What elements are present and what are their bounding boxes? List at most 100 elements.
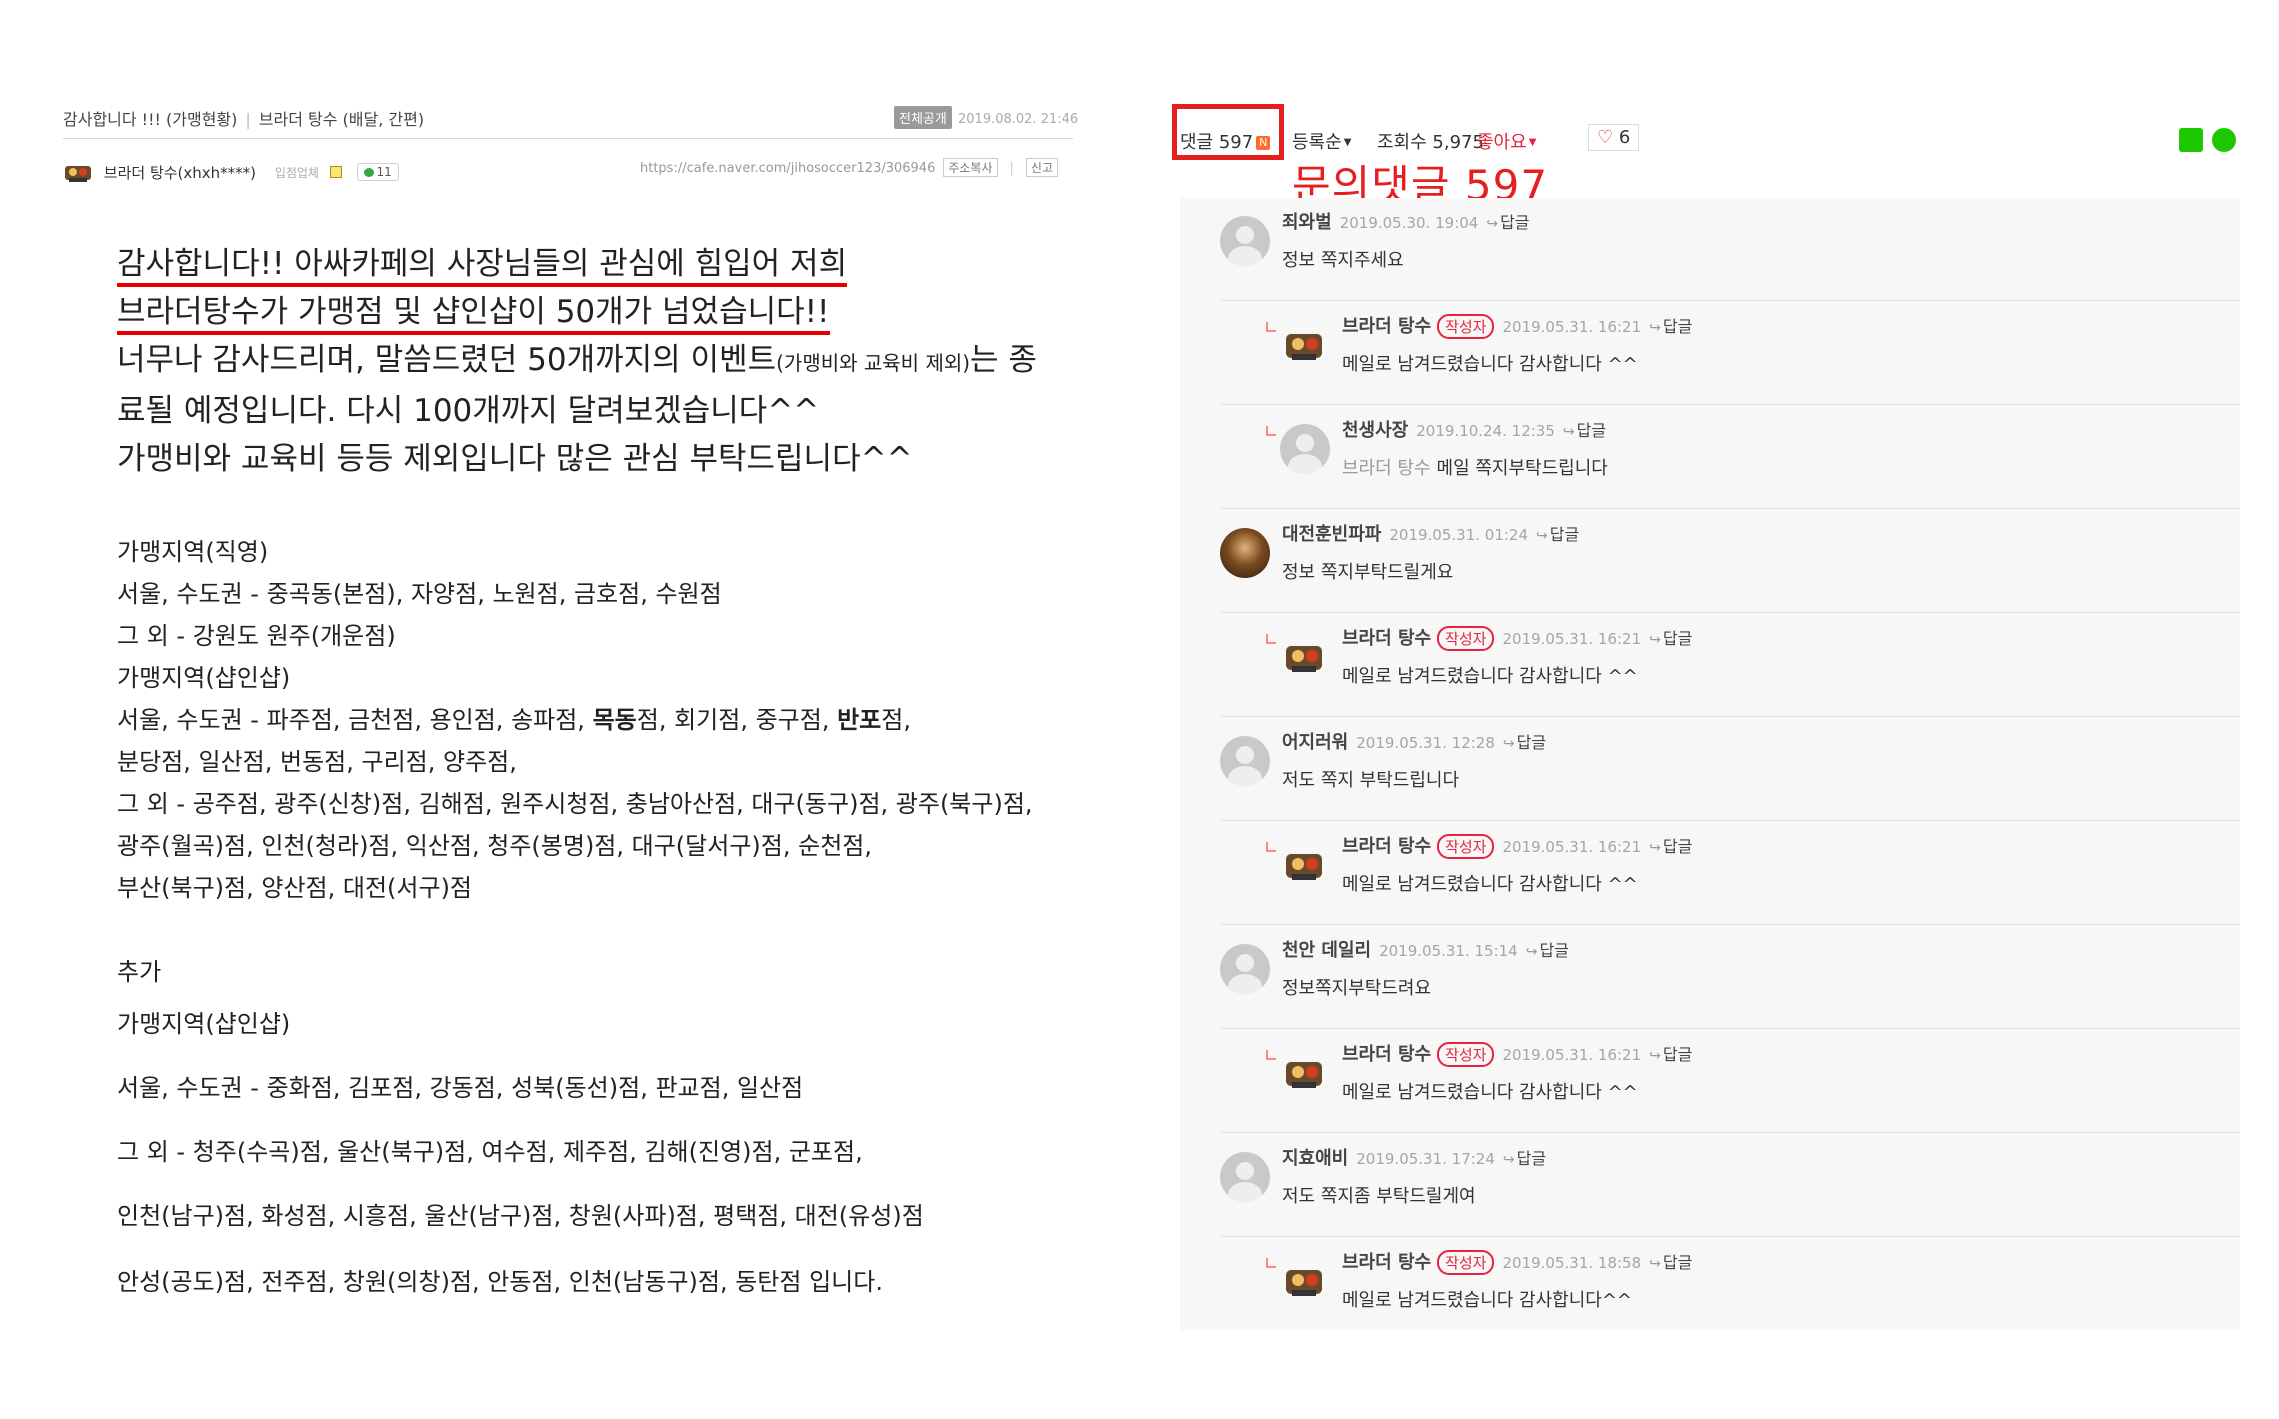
section-line: 그 외 - 청주(수곡)점, 울산(북구)점, 여수점, 제주점, 김해(진영)… bbox=[117, 1138, 863, 1166]
chat-bubble-icon bbox=[363, 168, 374, 177]
section-line: 그 외 - 공주점, 광주(신창)점, 김해점, 원주시청점, 충남아산점, 대… bbox=[117, 790, 1033, 818]
author-badge: 작성자 bbox=[1437, 834, 1495, 859]
text-part: 점, 회기점, 중구점, bbox=[636, 706, 838, 734]
comment-date: 2019.05.31. 01:24 bbox=[1389, 526, 1529, 544]
heart-count: 6 bbox=[1618, 127, 1631, 148]
text-part: 점, bbox=[881, 706, 911, 734]
sort-dropdown[interactable]: 등록순 ▼ bbox=[1292, 128, 1351, 154]
board-link[interactable]: 브라더 탕수 (배달, 간편) bbox=[259, 110, 424, 129]
commenter-name[interactable]: 지효애비 bbox=[1282, 1148, 1348, 1169]
author-avatar-icon[interactable] bbox=[1280, 1048, 1328, 1096]
comment-count-text: 댓글 597 bbox=[1180, 132, 1254, 153]
report-button[interactable]: 신고 bbox=[1025, 158, 1058, 177]
caret-down-icon: ▼ bbox=[1343, 137, 1352, 148]
comment-item: 대전훈빈파파 2019.05.31. 01:24 답글 정보 쪽지부탁드릴게요 bbox=[1220, 510, 2240, 613]
like-label: 좋아요 bbox=[1477, 132, 1527, 153]
heart-button[interactable]: ♡ 6 bbox=[1588, 124, 1640, 151]
blog-share-icon[interactable] bbox=[2179, 128, 2203, 152]
text-part: 서울, 수도권 - 파주점, 금천점, 용인점, 송파점, bbox=[117, 706, 593, 734]
comment-meta: 브라더 탕수 작성자 2019.05.31. 18:58 답글 bbox=[1342, 1248, 1692, 1275]
comment-item: 천안 데일리 2019.05.31. 15:14 답글 정보쪽지부탁드려요 bbox=[1220, 926, 2240, 1029]
commenter-name[interactable]: 브라더 탕수 bbox=[1342, 316, 1431, 337]
commenter-name[interactable]: 죄와벌 bbox=[1282, 212, 1332, 233]
line-share-icon[interactable] bbox=[2212, 128, 2236, 152]
default-avatar-icon[interactable] bbox=[1280, 424, 1330, 474]
author-avatar-icon[interactable] bbox=[1280, 632, 1328, 680]
comment-date: 2019.05.30. 19:04 bbox=[1339, 214, 1479, 232]
reply-arrow-icon bbox=[1266, 322, 1276, 332]
bold-text: 목동 bbox=[592, 706, 637, 734]
reply-button[interactable]: 답글 bbox=[1649, 1253, 1692, 1272]
profile-photo[interactable] bbox=[1220, 528, 1270, 578]
mention-tag[interactable]: 브라더 탕수 bbox=[1342, 458, 1431, 479]
commenter-name[interactable]: 천생사장 bbox=[1342, 420, 1408, 441]
post-url[interactable]: https://cafe.naver.com/jihosoccer123/306… bbox=[640, 161, 935, 176]
section-line: 광주(월곡)점, 인천(청라)점, 익산점, 청주(봉명)점, 대구(달서구)점… bbox=[117, 832, 872, 860]
reply-button[interactable]: 답글 bbox=[1649, 1045, 1692, 1064]
comment-list: 죄와벌2019.05.30. 19:04답글 정보 쪽지주세요 브라더 탕수작성… bbox=[1180, 198, 2240, 1330]
reply-button[interactable]: 답글 bbox=[1536, 525, 1579, 544]
section-title-added: 추가 bbox=[117, 958, 162, 986]
reply-item: 브라더 탕수 작성자 2019.05.31. 18:58 답글 메일로 남겨드렸습니다… bbox=[1220, 1238, 2240, 1340]
comment-text: 정보 쪽지부탁드릴게요 bbox=[1282, 562, 1454, 583]
reply-button[interactable]: 답글 bbox=[1503, 733, 1546, 752]
intro-line-4: 료될 예정입니다. 다시 100개까지 달려보겠습니다^^ bbox=[117, 393, 820, 429]
comment-text: 브라더 탕수 메일 쪽지부탁드립니다 bbox=[1342, 454, 1608, 480]
caret-down-icon: ▼ bbox=[1528, 137, 1537, 148]
comment-date: 2019.05.31. 16:21 bbox=[1502, 1046, 1642, 1064]
comment-meta: 어지러워 2019.05.31. 12:28 답글 bbox=[1282, 728, 1546, 754]
reply-arrow-icon bbox=[1266, 426, 1276, 436]
commenter-name[interactable]: 브라더 탕수 bbox=[1342, 1044, 1431, 1065]
comment-item: 어지러워 2019.05.31. 12:28 답글 저도 쪽지 부탁드립니다 bbox=[1220, 718, 2240, 821]
commenter-name[interactable]: 브라더 탕수 bbox=[1342, 836, 1431, 857]
reply-button[interactable]: 답글 bbox=[1563, 421, 1606, 440]
intro-line-5: 가맹비와 교육비 등등 제외입니다 많은 관심 부탁드립니다^^ bbox=[117, 441, 913, 477]
comment-text: 메일로 남겨드렸습니다 감사합니다 ^^ bbox=[1342, 1082, 1638, 1103]
reply-button[interactable]: 답글 bbox=[1526, 941, 1569, 960]
section-line: 분당점, 일산점, 번동점, 구리점, 양주점, bbox=[117, 748, 517, 776]
commenter-name[interactable]: 브라더 탕수 bbox=[1342, 1252, 1431, 1273]
default-avatar-icon[interactable] bbox=[1220, 1152, 1270, 1202]
comment-date: 2019.05.31. 15:14 bbox=[1379, 942, 1518, 960]
comment-count-badge[interactable]: 11 bbox=[356, 163, 399, 181]
reply-button[interactable]: 답글 bbox=[1649, 837, 1692, 856]
section-line: 서울, 수도권 - 파주점, 금천점, 용인점, 송파점, 목동점, 회기점, … bbox=[117, 700, 911, 735]
author-avatar-icon[interactable] bbox=[1280, 1256, 1328, 1304]
visibility-badge: 전체공개 bbox=[894, 106, 952, 129]
author-avatar-icon[interactable] bbox=[1280, 320, 1328, 368]
section-title-shopinshop: 가맹지역(샵인샵) bbox=[117, 664, 291, 692]
comment-count-label[interactable]: 댓글 597 N bbox=[1180, 128, 1271, 154]
reply-button[interactable]: 답글 bbox=[1486, 213, 1529, 232]
author-avatar-icon[interactable] bbox=[63, 160, 93, 184]
reply-item: 브라더 탕수 작성자 2019.05.31. 16:21 답글 메일로 남겨드렸습니다… bbox=[1220, 822, 2240, 925]
commenter-name[interactable]: 어지러워 bbox=[1282, 732, 1348, 753]
section-line: 서울, 수도권 - 중곡동(본점), 자양점, 노원점, 금호점, 수원점 bbox=[117, 580, 722, 608]
reply-item: 브라더 탕수 작성자 2019.05.31. 16:21 답글 메일로 남겨드렸습니다… bbox=[1220, 614, 2240, 717]
comment-text: 메일로 남겨드렸습니다 감사합니다 ^^ bbox=[1342, 354, 1638, 375]
comment-date: 2019.05.31. 16:21 bbox=[1502, 630, 1642, 648]
commenter-name[interactable]: 브라더 탕수 bbox=[1342, 628, 1431, 649]
default-avatar-icon[interactable] bbox=[1220, 944, 1270, 994]
comment-meta: 브라더 탕수 작성자 2019.05.31. 16:21 답글 bbox=[1342, 832, 1692, 859]
default-avatar-icon[interactable] bbox=[1220, 736, 1270, 786]
comment-date: 2019.10.24. 12:35 bbox=[1416, 422, 1555, 440]
reply-arrow-icon bbox=[1266, 842, 1276, 852]
like-dropdown[interactable]: 좋아요 ▼ bbox=[1477, 128, 1536, 154]
copy-url-button[interactable]: 주소복사 bbox=[943, 158, 998, 177]
author-role: 입점업체 bbox=[274, 165, 319, 180]
author-name[interactable]: 브라더 탕수(xhxh****) bbox=[104, 164, 256, 182]
reply-button[interactable]: 답글 bbox=[1503, 1149, 1546, 1168]
comment-body: 메일 쪽지부탁드립니다 bbox=[1436, 458, 1608, 479]
post-title-link[interactable]: 감사합니다 !!! (가맹현황) bbox=[63, 110, 237, 129]
bold-text: 반포 bbox=[837, 706, 882, 734]
author-avatar-icon[interactable] bbox=[1280, 840, 1328, 888]
new-badge: N bbox=[1256, 136, 1271, 150]
default-avatar-icon[interactable] bbox=[1220, 216, 1270, 266]
comment-meta: 브라더 탕수 작성자 2019.05.31. 16:21 답글 bbox=[1342, 312, 1692, 339]
commenter-name[interactable]: 천안 데일리 bbox=[1282, 940, 1371, 961]
reply-button[interactable]: 답글 bbox=[1649, 317, 1692, 336]
commenter-name[interactable]: 대전훈빈파파 bbox=[1282, 524, 1381, 545]
reply-button[interactable]: 답글 bbox=[1649, 629, 1692, 648]
comment-date: 2019.05.31. 16:21 bbox=[1502, 318, 1642, 336]
comment-date: 2019.05.31. 18:58 bbox=[1502, 1254, 1642, 1272]
